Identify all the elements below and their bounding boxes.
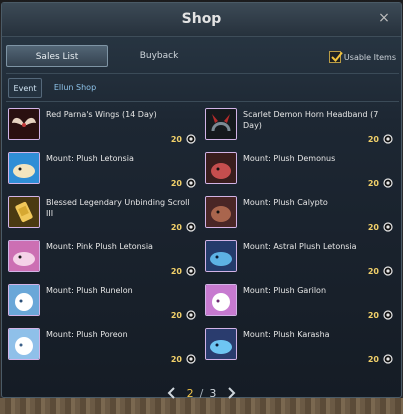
currency-coin-icon bbox=[186, 178, 196, 188]
item-price: 20 bbox=[171, 222, 196, 232]
item-price: 20 bbox=[171, 134, 196, 144]
plush-calypto-icon bbox=[205, 196, 237, 228]
page-separator: / bbox=[199, 386, 204, 400]
currency-coin-icon bbox=[186, 354, 196, 364]
tab-sales-list[interactable]: Sales List bbox=[6, 45, 108, 67]
scroll-icon bbox=[8, 196, 40, 228]
currency-coin-icon bbox=[186, 310, 196, 320]
item-name: Mount: Plush Calypto bbox=[243, 198, 328, 207]
currency-coin-icon bbox=[383, 178, 393, 188]
plush-demonus-icon bbox=[205, 152, 237, 184]
close-button[interactable]: × bbox=[377, 11, 391, 25]
shop-item[interactable]: Blessed Legendary Unbinding Scroll III 2… bbox=[6, 194, 200, 238]
item-price: 20 bbox=[171, 266, 196, 276]
item-name: Mount: Plush Letonsia bbox=[46, 154, 134, 163]
currency-coin-icon bbox=[383, 310, 393, 320]
currency-coin-icon bbox=[383, 222, 393, 232]
astral-plush-letonsia-icon bbox=[205, 240, 237, 272]
usable-items-filter[interactable]: Usable Items bbox=[328, 49, 396, 65]
item-name: Mount: Plush Demonus bbox=[243, 154, 336, 163]
item-price: 20 bbox=[171, 178, 196, 188]
item-name: Mount: Astral Plush Letonsia bbox=[243, 242, 357, 251]
background-bottom bbox=[0, 398, 403, 414]
subtab-event[interactable]: Event bbox=[8, 78, 42, 98]
currency-coin-icon bbox=[383, 266, 393, 276]
item-name: Mount: Plush Garilon bbox=[243, 286, 327, 295]
item-list: Red Parna's Wings (14 Day) 20 Scarlet De… bbox=[6, 101, 399, 379]
shop-item[interactable]: Mount: Plush Letonsia 20 bbox=[6, 150, 200, 194]
item-price: 20 bbox=[368, 134, 393, 144]
tabs-divider bbox=[6, 73, 399, 74]
plush-runelon-icon bbox=[8, 284, 40, 316]
title-bar[interactable]: Shop × bbox=[2, 3, 401, 37]
item-price: 20 bbox=[368, 266, 393, 276]
currency-coin-icon bbox=[186, 134, 196, 144]
item-price: 20 bbox=[171, 310, 196, 320]
current-page: 2 bbox=[186, 386, 194, 400]
subtab-ellun-shop[interactable]: Ellun Shop bbox=[46, 78, 104, 98]
pagination: 2 / 3 bbox=[2, 386, 401, 400]
checkmark-icon bbox=[331, 51, 343, 62]
item-name: Red Parna's Wings (14 Day) bbox=[46, 110, 157, 119]
item-price: 20 bbox=[368, 178, 393, 188]
plush-karasha-icon bbox=[205, 328, 237, 360]
prev-page-arrow-icon[interactable] bbox=[167, 387, 177, 399]
item-name: Mount: Pink Plush Letonsia bbox=[46, 242, 153, 251]
main-tabs: Sales List Buyback Usable Items bbox=[6, 45, 398, 69]
shop-item[interactable]: Mount: Plush Poreon 20 bbox=[6, 326, 200, 370]
usable-items-label: Usable Items bbox=[343, 52, 396, 62]
wings-icon bbox=[8, 108, 40, 140]
shop-item[interactable]: Mount: Plush Runelon 20 bbox=[6, 282, 200, 326]
item-price: 20 bbox=[171, 354, 196, 364]
shop-item[interactable]: Mount: Astral Plush Letonsia 20 bbox=[203, 238, 397, 282]
currency-coin-icon bbox=[383, 134, 393, 144]
horn-headband-icon bbox=[205, 108, 237, 140]
item-name: Blessed Legendary Unbinding Scroll III bbox=[46, 198, 190, 218]
usable-items-checkbox[interactable] bbox=[328, 51, 343, 63]
item-name: Mount: Plush Karasha bbox=[243, 330, 330, 339]
plush-letonsia-icon bbox=[8, 152, 40, 184]
currency-coin-icon bbox=[383, 354, 393, 364]
plush-garilon-icon bbox=[205, 284, 237, 316]
shop-item[interactable]: Mount: Plush Garilon 20 bbox=[203, 282, 397, 326]
shop-item[interactable]: Mount: Plush Calypto 20 bbox=[203, 194, 397, 238]
plush-poreon-icon bbox=[8, 328, 40, 360]
next-page-arrow-icon[interactable] bbox=[226, 387, 236, 399]
item-name: Mount: Plush Poreon bbox=[46, 330, 128, 339]
shop-item[interactable]: Mount: Pink Plush Letonsia 20 bbox=[6, 238, 200, 282]
shop-item[interactable]: Red Parna's Wings (14 Day) 20 bbox=[6, 106, 200, 150]
item-name: Scarlet Demon Horn Headband (7 Day) bbox=[243, 110, 379, 130]
pink-plush-letonsia-icon bbox=[8, 240, 40, 272]
item-name: Mount: Plush Runelon bbox=[46, 286, 133, 295]
tab-buyback[interactable]: Buyback bbox=[108, 45, 210, 67]
currency-coin-icon bbox=[186, 266, 196, 276]
item-price: 20 bbox=[368, 310, 393, 320]
item-price: 20 bbox=[368, 222, 393, 232]
item-price: 20 bbox=[368, 354, 393, 364]
total-pages: 3 bbox=[209, 386, 217, 400]
currency-coin-icon bbox=[186, 222, 196, 232]
shop-item[interactable]: Mount: Plush Demonus 20 bbox=[203, 150, 397, 194]
window-title: Shop bbox=[181, 11, 222, 27]
shop-item[interactable]: Mount: Plush Karasha 20 bbox=[203, 326, 397, 370]
shop-window: Shop × Sales List Buyback Usable Items E… bbox=[1, 2, 402, 400]
shop-item[interactable]: Scarlet Demon Horn Headband (7 Day) 20 bbox=[203, 106, 397, 150]
